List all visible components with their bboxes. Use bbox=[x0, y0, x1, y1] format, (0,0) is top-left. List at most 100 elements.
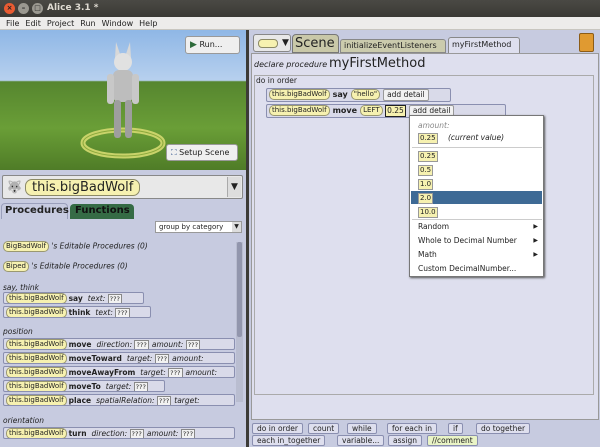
proc-name: move bbox=[68, 339, 92, 349]
type-selector[interactable]: ▼ bbox=[253, 34, 291, 52]
tool-do-together[interactable]: do together bbox=[476, 423, 531, 434]
proc-name: moveAwayFrom bbox=[68, 367, 136, 377]
method-name: myFirstMethod bbox=[329, 56, 426, 71]
chevron-right-icon: ▶ bbox=[533, 237, 538, 244]
param-value: ??? bbox=[185, 339, 201, 349]
proc-moveto[interactable]: this.bigBadWolf moveTo target: ??? bbox=[3, 380, 165, 392]
proc-moveawayfrom[interactable]: this.bigBadWolf moveAwayFrom target: ??? am… bbox=[3, 366, 235, 378]
tool-count[interactable]: count bbox=[308, 423, 340, 434]
do-in-order-label: do in order bbox=[256, 76, 297, 85]
tool-do-in-order[interactable]: do in order bbox=[252, 423, 303, 434]
param-label: amount: bbox=[151, 339, 184, 349]
object-chip: this.bigBadWolf bbox=[6, 339, 67, 349]
submenu-whole-to-decimal[interactable]: Whole to Decimal Number ▶ bbox=[411, 234, 542, 247]
category-position: position bbox=[3, 327, 33, 336]
chevron-down-icon[interactable]: ▼ bbox=[227, 177, 241, 197]
editable-procedures-biped[interactable]: Biped 's Editable Procedures (0) bbox=[3, 261, 128, 272]
chevron-down-icon: ▼ bbox=[282, 38, 289, 48]
close-icon[interactable]: × bbox=[4, 3, 15, 14]
param-value: ??? bbox=[107, 293, 122, 303]
proc-say[interactable]: this.bigBadWolf say text: ??? bbox=[3, 292, 144, 304]
submenu-label: Math bbox=[418, 250, 437, 259]
editable-label: 's Editable Procedures (0) bbox=[51, 241, 148, 251]
object-chip: this.bigBadWolf bbox=[6, 293, 67, 303]
minimize-icon[interactable]: – bbox=[18, 3, 29, 14]
tab-initialize-event-listeners[interactable]: initializeEventListeners bbox=[340, 39, 446, 53]
tool-assign[interactable]: assign bbox=[388, 435, 423, 446]
proc-name: moveTo bbox=[68, 381, 101, 391]
custom-decimal-number[interactable]: Custom DecimalNumber... bbox=[411, 262, 542, 275]
param-label: spatialRelation: bbox=[96, 395, 155, 405]
window-title: Alice 3.1 * bbox=[47, 3, 99, 13]
option-0-25[interactable]: 0.25 bbox=[411, 149, 542, 162]
scene-view[interactable]: ▶ Run... ⛶ Setup Scene bbox=[0, 30, 246, 170]
object-selector[interactable]: 🐺 this.bigBadWolf ▼ bbox=[2, 175, 243, 199]
maximize-icon[interactable]: □ bbox=[32, 3, 43, 14]
proc-think[interactable]: this.bigBadWolf think text: ??? bbox=[3, 306, 151, 318]
setup-scene-button[interactable]: ⛶ Setup Scene bbox=[166, 144, 238, 161]
param-value: ??? bbox=[129, 428, 144, 438]
tool-comment[interactable]: //comment bbox=[427, 435, 478, 446]
current-value-item[interactable]: 0.25 (current value) bbox=[411, 131, 542, 144]
tab-functions[interactable]: Functions bbox=[70, 204, 134, 219]
option-0-5[interactable]: 0.5 bbox=[411, 163, 542, 176]
param-label: direction: bbox=[96, 339, 133, 349]
tab-my-first-method[interactable]: myFirstMethod bbox=[448, 37, 520, 53]
direction-argument[interactable]: LEFT bbox=[360, 105, 383, 116]
param-label: text: bbox=[95, 307, 113, 317]
editable-procedures-bigbadwolf[interactable]: BigBadWolf 's Editable Procedures (0) bbox=[3, 241, 148, 252]
setup-scene-label: Setup Scene bbox=[179, 148, 230, 157]
option-1-0[interactable]: 1.0 bbox=[411, 177, 542, 190]
tool-while[interactable]: while bbox=[347, 423, 377, 434]
proc-move[interactable]: this.bigBadWolf move direction: ??? amount:… bbox=[3, 338, 235, 350]
option-10-0[interactable]: 10.0 bbox=[411, 205, 542, 218]
option-value: 0.5 bbox=[418, 165, 434, 176]
tool-variable[interactable]: variable... bbox=[337, 435, 385, 446]
statement-method: say bbox=[332, 90, 348, 99]
proc-movetoward[interactable]: this.bigBadWolf moveToward target: ??? amou… bbox=[3, 352, 235, 364]
param-label: direction: bbox=[91, 428, 128, 438]
add-detail-button[interactable]: add detail bbox=[383, 89, 429, 101]
group-by-select[interactable]: group by category ▼ bbox=[155, 221, 242, 233]
submenu-random[interactable]: Random ▶ bbox=[411, 220, 542, 233]
menu-run[interactable]: Run bbox=[80, 17, 95, 29]
proc-name: say bbox=[68, 293, 83, 303]
control-toolbar: do in order count while for each in if d… bbox=[249, 420, 600, 447]
menu-project[interactable]: Project bbox=[47, 17, 74, 29]
run-button[interactable]: ▶ Run... bbox=[185, 36, 240, 54]
object-chip: this.bigBadWolf bbox=[269, 89, 330, 100]
param-label: amount: bbox=[185, 367, 217, 377]
statement-say[interactable]: this.bigBadWolf say "hello" add detail bbox=[266, 88, 451, 102]
amount-argument[interactable]: 0.25 bbox=[385, 105, 406, 117]
left-panel: ▶ Run... ⛶ Setup Scene 🐺 this.bigBadWolf… bbox=[0, 30, 246, 447]
tab-procedures[interactable]: Procedures bbox=[1, 203, 69, 219]
chevron-right-icon: ▶ bbox=[533, 251, 538, 258]
submenu-label: Whole to Decimal Number bbox=[418, 236, 517, 245]
scrollbar-thumb[interactable] bbox=[237, 242, 242, 337]
proc-place[interactable]: this.bigBadWolf place spatialRelation: ???… bbox=[3, 394, 235, 406]
object-chip: this.bigBadWolf bbox=[6, 307, 67, 317]
option-value: 10.0 bbox=[418, 207, 438, 218]
option-2-0[interactable]: 2.0 bbox=[411, 191, 542, 204]
menu-window[interactable]: Window bbox=[102, 17, 134, 29]
menu-file[interactable]: File bbox=[6, 17, 19, 29]
tool-each-in-together[interactable]: each in_together bbox=[252, 435, 326, 446]
clipboard-icon[interactable] bbox=[579, 33, 594, 52]
tool-for-each-in[interactable]: for each in bbox=[387, 423, 438, 434]
submenu-math[interactable]: Math ▶ bbox=[411, 248, 542, 261]
submenu-label: Random bbox=[418, 222, 450, 231]
procedure-scrollbar[interactable] bbox=[236, 242, 243, 402]
proc-turn[interactable]: this.bigBadWolf turn direction: ??? amount:… bbox=[3, 427, 235, 439]
param-value: ??? bbox=[180, 428, 196, 438]
proc-name: moveToward bbox=[68, 353, 122, 363]
menu-help[interactable]: Help bbox=[139, 17, 157, 29]
menu-edit[interactable]: Edit bbox=[25, 17, 41, 29]
text-argument[interactable]: "hello" bbox=[350, 89, 381, 100]
param-label: target: bbox=[140, 367, 166, 377]
option-value: 0.25 bbox=[418, 151, 438, 162]
option-value: 0.25 bbox=[418, 133, 438, 144]
tool-if[interactable]: if bbox=[448, 423, 463, 434]
type-pill bbox=[258, 39, 278, 48]
tab-scene[interactable]: Scene bbox=[292, 34, 339, 53]
param-value: ??? bbox=[115, 307, 130, 317]
